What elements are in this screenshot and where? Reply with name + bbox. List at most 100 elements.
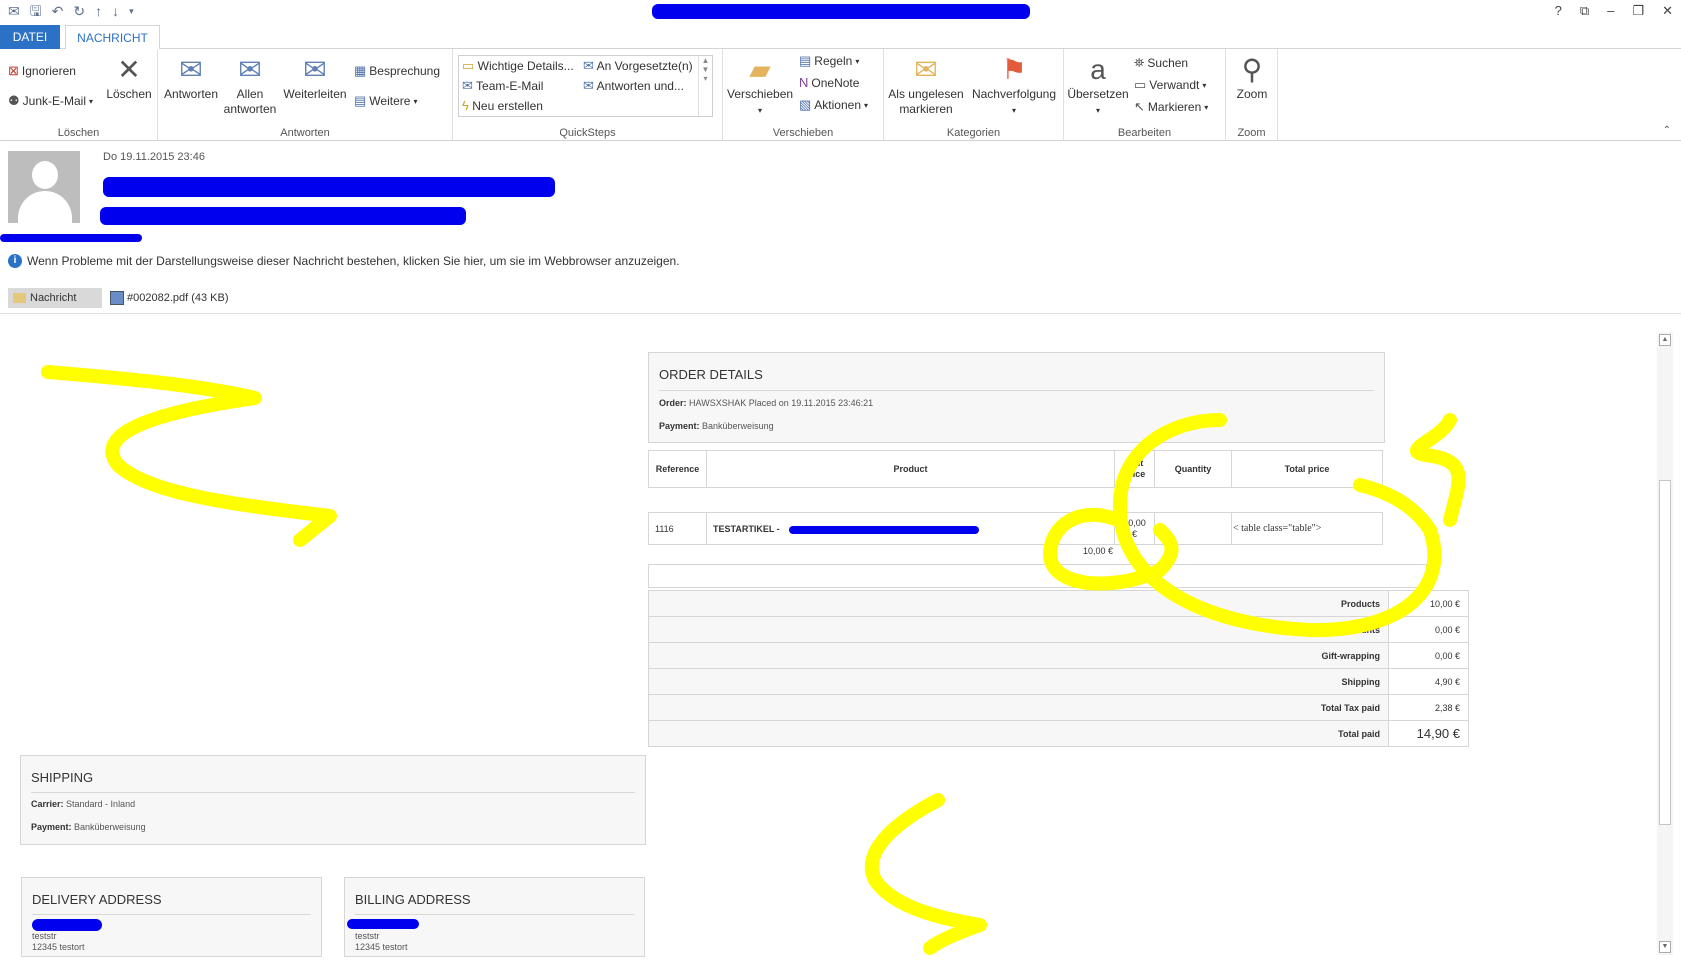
totals-value: 10,00 € bbox=[1388, 590, 1469, 617]
undo-icon[interactable]: ↶ bbox=[52, 2, 64, 20]
related-icon: ▭ bbox=[1134, 77, 1147, 92]
select-button[interactable]: ↖ Markieren ▾ bbox=[1134, 99, 1208, 115]
more-respond-button[interactable]: ▤ Weitere ▾ bbox=[354, 93, 417, 109]
tab-message[interactable]: NACHRICHT bbox=[65, 25, 160, 50]
scribble-left bbox=[41, 365, 337, 547]
billing-address-box: BILLING ADDRESS teststr 12345 testort bbox=[344, 877, 645, 957]
meeting-icon: ▦ bbox=[354, 63, 367, 78]
order-value: HAWSXSHAK Placed on 19.11.2015 23:46:21 bbox=[689, 398, 874, 408]
unread-icon: ✉ bbox=[914, 54, 938, 85]
scroll-down-icon[interactable]: ▼ bbox=[1659, 941, 1671, 953]
find-button[interactable]: ⛯ Suchen bbox=[1134, 55, 1188, 71]
billing-city: 12345 testort bbox=[355, 942, 408, 952]
totals-value: 0,00 € bbox=[1388, 616, 1469, 643]
translate-icon: a bbox=[1090, 54, 1106, 85]
find-label: Suchen bbox=[1147, 56, 1189, 70]
totals-table: Products 10,00 € Discounts 0,00 € Gift-wra… bbox=[648, 590, 1469, 747]
zoom-label: Zoom bbox=[1236, 87, 1268, 101]
restore-ribbon-icon[interactable]: ⧉ bbox=[1580, 2, 1589, 20]
maximize-icon[interactable]: ❐ bbox=[1632, 2, 1644, 20]
attachment-file[interactable]: #002082.pdf (43 KB) bbox=[110, 291, 229, 305]
group-delete: ⊠ Ignorieren ⚉ Junk-E-Mail ▾ ✕ Löschen Lösch… bbox=[0, 49, 158, 141]
cell-total-price: < table class="table"> bbox=[1231, 512, 1383, 545]
attachment-message[interactable]: Nachricht bbox=[8, 288, 102, 308]
rules-label: Regeln bbox=[814, 54, 853, 68]
col-unit-price: Unit price bbox=[1114, 450, 1155, 488]
related-button[interactable]: ▭ Verwandt ▾ bbox=[1134, 77, 1206, 93]
delivery-city: 12345 testort bbox=[32, 942, 85, 952]
order-items-header: Reference Product Unit price Quantity To… bbox=[648, 450, 1383, 488]
vertical-scrollbar[interactable]: ▲ ▼ bbox=[1657, 332, 1673, 955]
forward-button[interactable]: ✉ Weiterleiten bbox=[282, 53, 348, 102]
down-arrow-icon[interactable]: ↓ bbox=[112, 2, 119, 20]
meeting-button[interactable]: ▦ Besprechung bbox=[354, 63, 440, 79]
info-bar[interactable]: i Wenn Probleme mit der Darstellungsweis… bbox=[8, 254, 680, 268]
actions-button[interactable]: ▧ Aktionen ▾ bbox=[799, 97, 868, 113]
reply-all-button[interactable]: ✉ Allen antworten bbox=[222, 53, 278, 117]
folder-icon: ▭ bbox=[462, 58, 475, 73]
reply-label: Antworten bbox=[163, 87, 219, 101]
meeting-label: Besprechung bbox=[369, 64, 441, 78]
reply-all-icon: ✉ bbox=[238, 54, 262, 85]
scroll-up-icon[interactable]: ▲ bbox=[1659, 334, 1671, 346]
translate-button[interactable]: a Übersetzen ▾ bbox=[1066, 53, 1130, 118]
order-payment-value: Banküberweisung bbox=[702, 421, 774, 431]
delete-button[interactable]: ✕ Löschen bbox=[104, 53, 154, 102]
mail-icon: ✉ bbox=[8, 3, 20, 19]
move-button[interactable]: ▰ Verschieben ▾ bbox=[727, 53, 793, 118]
close-icon[interactable]: ✕ bbox=[1662, 2, 1673, 20]
totals-label: Shipping bbox=[648, 668, 1389, 695]
shipping-payment-value: Banküberweisung bbox=[74, 822, 146, 832]
group-tags: ✉ Als ungelesen markieren ⚑ Nachverfolgung ▾… bbox=[884, 49, 1064, 141]
quickstep-manager[interactable]: ✉ An Vorgesetzte(n) bbox=[583, 58, 693, 74]
ignore-button[interactable]: ⊠ Ignorieren bbox=[8, 63, 76, 79]
followup-button[interactable]: ⚑ Nachverfolgung ▾ bbox=[968, 53, 1060, 118]
minimize-icon[interactable]: – bbox=[1607, 2, 1614, 20]
save-icon[interactable]: 🖫 bbox=[30, 2, 42, 20]
help-icon[interactable]: ? bbox=[1555, 2, 1562, 20]
junk-button[interactable]: ⚉ Junk-E-Mail ▾ bbox=[8, 93, 93, 109]
rules-button[interactable]: ▤ Regeln ▾ bbox=[799, 53, 859, 69]
ignore-icon: ⊠ bbox=[8, 63, 19, 78]
group-label-tags: Kategorien bbox=[946, 127, 1001, 139]
up-arrow-icon[interactable]: ↑ bbox=[95, 2, 102, 20]
scroll-thumb[interactable] bbox=[1659, 480, 1671, 825]
flag-icon: ⚑ bbox=[1001, 54, 1027, 85]
mark-unread-button[interactable]: ✉ Als ungelesen markieren bbox=[886, 53, 966, 117]
redo-icon[interactable]: ↻ bbox=[73, 2, 85, 20]
quickstep-team[interactable]: ✉ Team-E-Mail bbox=[462, 78, 543, 94]
group-move: ▰ Verschieben ▾ ▤ Regeln ▾ N OneNote ▧ Aktione… bbox=[723, 49, 884, 141]
group-label-respond: Antworten bbox=[280, 127, 330, 139]
totals-value: 4,90 € bbox=[1388, 668, 1469, 695]
tab-file[interactable]: DATEI bbox=[0, 25, 60, 49]
quickstep-team-label: Team-E-Mail bbox=[476, 79, 544, 93]
customize-icon[interactable]: ▾ bbox=[129, 2, 134, 20]
collapse-ribbon-icon[interactable]: ⌃ bbox=[1663, 125, 1671, 136]
row-subtotal: 10,00 € bbox=[1083, 546, 1114, 556]
quickstep-important[interactable]: ▭ Wichtige Details... bbox=[462, 58, 574, 74]
table-row: 1116 TESTARTIKEL - 10,00 € 1 < table cla… bbox=[648, 512, 1383, 545]
quicksteps-scroll[interactable]: ▲ ▼ ▾ bbox=[698, 56, 712, 116]
cell-unit-price: 10,00 € bbox=[1114, 512, 1155, 545]
group-label-zoom: Zoom bbox=[1237, 127, 1266, 139]
reply-small-icon: ✉ bbox=[583, 78, 594, 93]
followup-label: Nachverfolgung bbox=[971, 87, 1057, 101]
onenote-button[interactable]: N OneNote bbox=[799, 75, 859, 90]
totals-row: Shipping 4,90 € bbox=[648, 668, 1469, 695]
quickstep-manager-label: An Vorgesetzte(n) bbox=[596, 59, 693, 73]
billing-title: BILLING ADDRESS bbox=[355, 892, 471, 907]
cell-product: TESTARTIKEL - bbox=[706, 512, 1115, 545]
reply-all-label-1: Allen bbox=[236, 87, 264, 101]
quickstep-reply-delete[interactable]: ✉ Antworten und... bbox=[583, 78, 684, 94]
quickstep-new[interactable]: ϟ Neu erstellen bbox=[462, 98, 543, 113]
redacted-product bbox=[789, 526, 979, 534]
translate-label: Übersetzen bbox=[1067, 87, 1129, 101]
zoom-button[interactable]: ⚲ Zoom bbox=[1228, 53, 1276, 102]
mark-unread-label-2: markieren bbox=[899, 102, 953, 116]
shipping-rule bbox=[31, 792, 635, 793]
delete-label: Löschen bbox=[106, 87, 152, 101]
mark-unread-label-1: Als ungelesen bbox=[888, 87, 964, 101]
binoculars-icon: ⛯ bbox=[1134, 55, 1145, 70]
reply-button[interactable]: ✉ Antworten bbox=[162, 53, 220, 102]
billing-rule bbox=[355, 914, 634, 915]
